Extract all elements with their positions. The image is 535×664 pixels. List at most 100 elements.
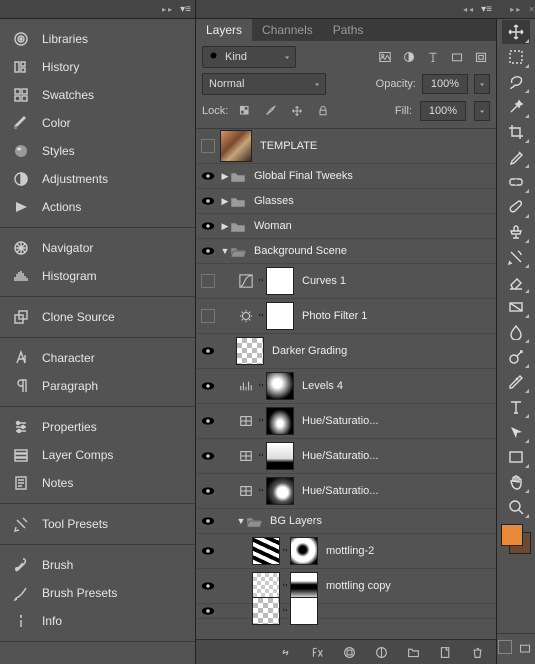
layer-row[interactable]: ▼BG Layers (196, 509, 496, 534)
filter-kind-dropdown[interactable]: Kind ▾ (202, 46, 296, 68)
opacity-value[interactable]: 100% (422, 74, 468, 94)
tool-zoom[interactable] (502, 495, 530, 519)
filter-pixel-icon[interactable] (376, 48, 394, 66)
layer-row[interactable]: Hue/Saturatio... (196, 404, 496, 439)
sidebar-item-color[interactable]: Color (0, 109, 195, 137)
layer-row[interactable]: ▼ Background Scene (196, 239, 496, 264)
visibility-icon[interactable] (201, 546, 215, 556)
filter-smart-icon[interactable] (472, 48, 490, 66)
visibility-icon[interactable] (201, 246, 215, 256)
disclosure-icon[interactable]: ▶ (220, 196, 230, 207)
sidebar-item-actions[interactable]: Actions (0, 193, 195, 221)
tool-magic-wand[interactable] (502, 95, 530, 119)
layer-thumb[interactable] (252, 572, 280, 600)
layer-name[interactable]: Darker Grading (272, 345, 347, 357)
visibility-toggle[interactable] (201, 309, 215, 323)
visibility-icon[interactable] (201, 416, 215, 426)
layer-row[interactable]: Curves 1 (196, 264, 496, 299)
tool-pen[interactable] (502, 370, 530, 394)
lock-all-icon[interactable] (314, 102, 332, 120)
layer-mask-thumb[interactable] (266, 407, 294, 435)
tool-blur[interactable] (502, 320, 530, 344)
filter-type-icon[interactable] (424, 48, 442, 66)
sidebar-item-properties[interactable]: Properties (0, 413, 195, 441)
layer-mask-thumb[interactable] (266, 372, 294, 400)
tab-paths[interactable]: Paths (323, 19, 374, 41)
disclosure-icon[interactable]: ▼ (220, 246, 230, 256)
layer-name[interactable]: Hue/Saturatio... (302, 450, 378, 462)
layer-mask-thumb[interactable] (266, 267, 294, 295)
tab-channels[interactable]: Channels (252, 19, 323, 41)
new-adjustment-icon[interactable] (372, 643, 390, 661)
disclosure-icon[interactable]: ▶ (220, 171, 230, 182)
tool-lasso[interactable] (502, 70, 530, 94)
sidebar-item-paragraph[interactable]: Paragraph (0, 372, 195, 400)
layer-thumb[interactable] (252, 597, 280, 625)
lock-position-icon[interactable] (288, 102, 306, 120)
visibility-icon[interactable] (201, 381, 215, 391)
tool-type[interactable] (502, 395, 530, 419)
layer-name[interactable]: mottling copy (326, 580, 391, 592)
lock-pixels-icon[interactable] (262, 102, 280, 120)
new-group-icon[interactable] (404, 643, 422, 661)
link-layers-icon[interactable] (276, 643, 294, 661)
layer-name[interactable]: TEMPLATE (260, 140, 317, 152)
layer-row[interactable]: Photo Filter 1 (196, 299, 496, 334)
visibility-toggle[interactable] (201, 139, 215, 153)
sidebar-item-clone-source[interactable]: Clone Source (0, 303, 195, 331)
layer-tree[interactable]: TEMPLATE▶Global Final Tweeks▶Glasses▶Wom… (196, 129, 496, 639)
layer-row[interactable]: Darker Grading (196, 334, 496, 369)
visibility-icon[interactable] (201, 486, 215, 496)
collapse-icon[interactable]: ▸▸ (510, 5, 522, 14)
tool-crop[interactable] (502, 120, 530, 144)
sidebar-item-histogram[interactable]: Histogram (0, 262, 195, 290)
layer-row[interactable]: Levels 4 (196, 369, 496, 404)
collapse-icon[interactable]: ▸▸ (162, 5, 174, 14)
sidebar-item-character[interactable]: Character (0, 344, 195, 372)
sidebar-item-brush-presets[interactable]: Brush Presets (0, 579, 195, 607)
layer-mask-thumb[interactable] (290, 537, 318, 565)
tool-shape[interactable] (502, 445, 530, 469)
visibility-icon[interactable] (201, 581, 215, 591)
tool-path-select[interactable] (502, 420, 530, 444)
layer-mask-thumb[interactable] (290, 597, 318, 625)
tool-gradient[interactable] (502, 295, 530, 319)
tool-move[interactable] (502, 20, 530, 44)
layer-name[interactable]: Background Scene (254, 245, 347, 257)
tool-marquee[interactable] (502, 45, 530, 69)
fill-value[interactable]: 100% (420, 101, 466, 121)
layer-thumb[interactable] (252, 537, 280, 565)
layer-mask-thumb[interactable] (266, 442, 294, 470)
sidebar-item-swatches[interactable]: Swatches (0, 81, 195, 109)
tool-hand[interactable] (502, 470, 530, 494)
tool-eraser[interactable] (502, 270, 530, 294)
layer-style-icon[interactable] (308, 643, 326, 661)
blend-mode-dropdown[interactable]: Normal▾ (202, 73, 326, 95)
sidebar-item-notes[interactable]: Notes (0, 469, 195, 497)
visibility-icon[interactable] (201, 221, 215, 231)
sidebar-item-brush[interactable]: Brush (0, 551, 195, 579)
layer-row[interactable]: mottling copy (196, 569, 496, 604)
sidebar-item-navigator[interactable]: Navigator (0, 234, 195, 262)
layer-mask-icon[interactable] (340, 643, 358, 661)
layer-row[interactable]: ▶ Global Final Tweeks (196, 164, 496, 189)
sidebar-item-adjustments[interactable]: Adjustments (0, 165, 195, 193)
lock-transparent-icon[interactable] (236, 102, 254, 120)
opacity-flyout[interactable]: ▾ (474, 74, 490, 94)
new-layer-icon[interactable] (436, 643, 454, 661)
visibility-icon[interactable] (201, 196, 215, 206)
layer-row[interactable]: Hue/Saturatio... (196, 439, 496, 474)
layer-row[interactable]: TEMPLATE (196, 129, 496, 164)
layer-row[interactable] (196, 604, 496, 619)
sidebar-item-libraries[interactable]: Libraries (0, 25, 195, 53)
visibility-icon[interactable] (201, 516, 215, 526)
layer-name[interactable]: Global Final Tweeks (254, 170, 353, 182)
layer-name[interactable]: mottling-2 (326, 545, 374, 557)
layer-row[interactable]: ▶Woman (196, 214, 496, 239)
layer-name[interactable]: BG Layers (270, 515, 322, 527)
visibility-icon[interactable] (201, 451, 215, 461)
sidebar-item-history[interactable]: History (0, 53, 195, 81)
color-swatches[interactable] (501, 524, 531, 554)
panel-menu-icon[interactable]: ▾≡ (481, 4, 492, 15)
visibility-toggle[interactable] (201, 274, 215, 288)
